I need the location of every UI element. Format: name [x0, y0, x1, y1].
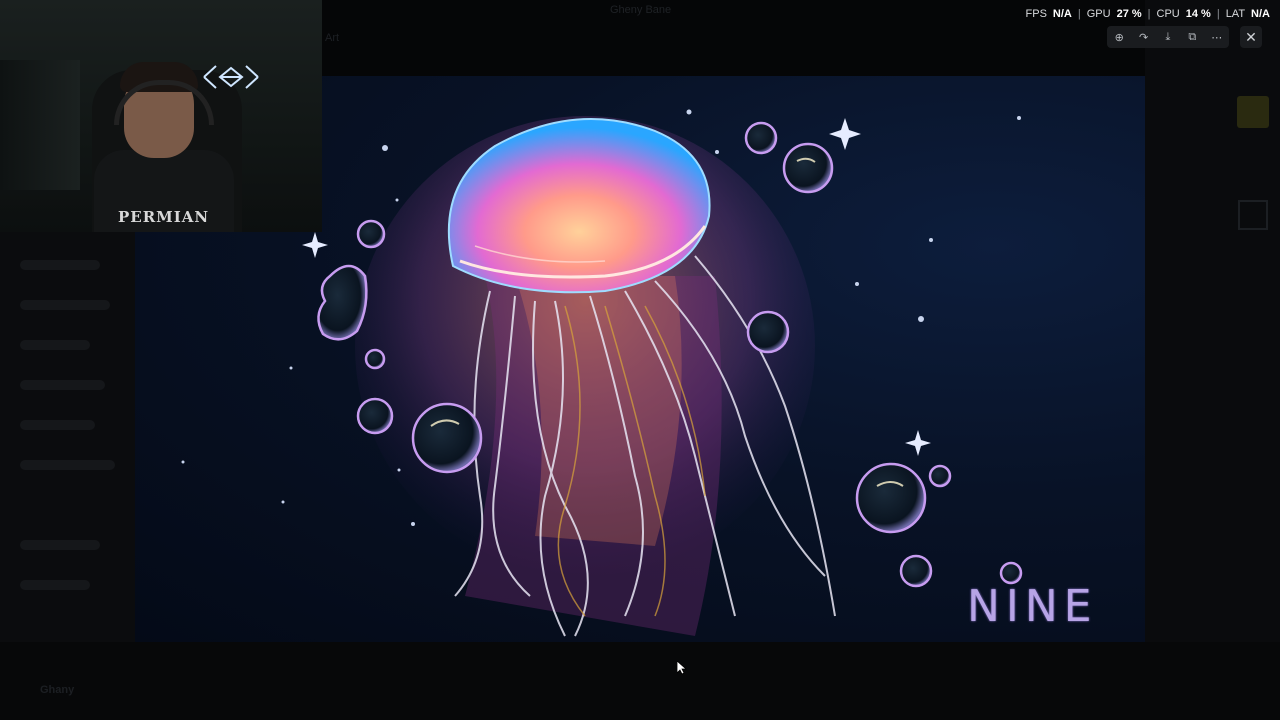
lat-value: N/A — [1251, 8, 1270, 20]
background-footer — [0, 642, 1280, 720]
ghost-row — [20, 460, 115, 470]
separator: | — [1147, 8, 1151, 20]
performance-overlay: FPS N/A | GPU 27 % | CPU 14 % | LAT N/A — [1026, 8, 1270, 20]
separator: | — [1077, 8, 1081, 20]
more-icon[interactable]: ⋯ — [1208, 28, 1226, 46]
window-title: Gheny Bane — [610, 4, 672, 16]
ghost-row — [20, 420, 95, 430]
shirt-text: PERMIAN — [118, 208, 210, 226]
ghost-row — [20, 540, 100, 550]
image-viewer-toolbar: ⊕ ↷ ⤓ ⧉ ⋯ — [1107, 26, 1229, 48]
streamer-logo-icon — [203, 65, 259, 89]
ghost-row — [20, 260, 100, 270]
user-name: Ghany — [40, 684, 75, 696]
grid-icon — [1238, 200, 1268, 230]
forward-icon[interactable]: ↷ — [1135, 28, 1153, 46]
mouse-cursor-icon — [677, 661, 687, 675]
ghost-row — [20, 340, 90, 350]
ghost-row — [20, 580, 90, 590]
gpu-label: GPU — [1086, 8, 1111, 20]
open-external-icon[interactable]: ⧉ — [1183, 28, 1201, 46]
separator: | — [1216, 8, 1220, 20]
cpu-label: CPU — [1156, 8, 1180, 20]
fps-value: N/A — [1052, 8, 1072, 20]
ghost-row — [20, 300, 110, 310]
ghost-row — [20, 380, 105, 390]
cpu-value: 14 % — [1185, 8, 1211, 20]
webcam-overlay: PERMIAN — [0, 0, 322, 232]
zoom-icon[interactable]: ⊕ — [1110, 28, 1128, 46]
download-icon[interactable]: ⤓ — [1159, 28, 1177, 46]
fps-label: FPS — [1025, 8, 1047, 20]
artist-signature: NINE — [967, 581, 1098, 632]
member-avatar — [1237, 96, 1269, 128]
channel-name: Art — [325, 32, 340, 44]
webcam-shelf — [0, 60, 80, 190]
lat-label: LAT — [1225, 8, 1246, 20]
gpu-value: 27 % — [1116, 8, 1142, 20]
close-icon[interactable]: ✕ — [1240, 26, 1262, 48]
